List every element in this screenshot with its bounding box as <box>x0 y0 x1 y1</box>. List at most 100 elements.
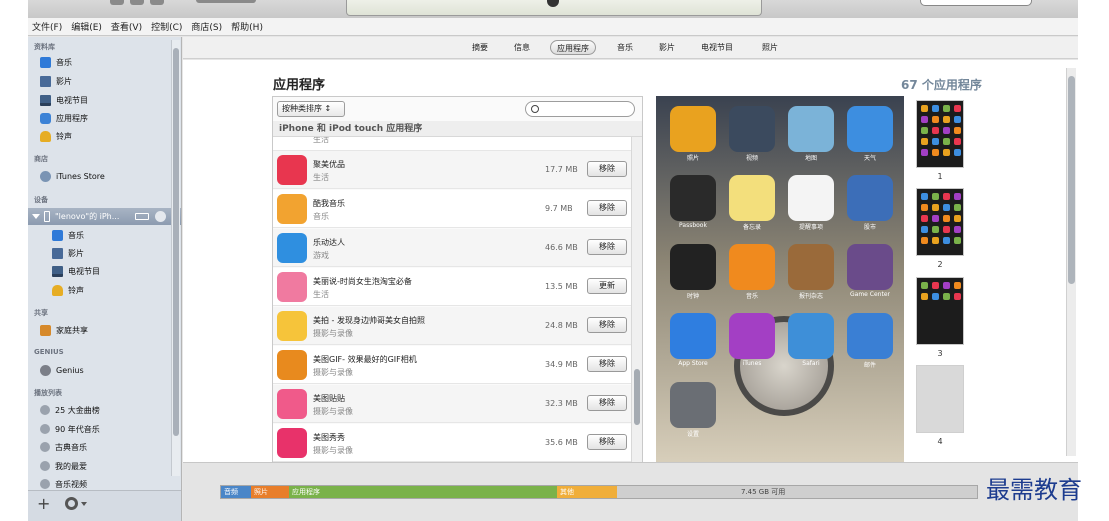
sidebar-item-playlist[interactable]: 我的最爱 <box>40 458 87 474</box>
app-search-input[interactable] <box>525 101 635 117</box>
sidebar-item-device-movies[interactable]: 影片 <box>52 245 84 261</box>
sidebar-item-device-music[interactable]: 音乐 <box>52 227 84 243</box>
main-scroll-thumb[interactable] <box>1068 76 1075 284</box>
sidebar-item-playlist[interactable]: 90 年代音乐 <box>40 421 100 437</box>
app-list-scrollbar[interactable] <box>631 137 642 463</box>
tab-apps[interactable]: 应用程序 <box>550 40 596 55</box>
videos-icon[interactable] <box>729 106 775 152</box>
app-icon[interactable] <box>277 155 307 185</box>
forward-button[interactable] <box>150 0 164 5</box>
app-row[interactable]: 美丽说-时尚女生泡淘宝必备 生活 13.5 MB 更新 <box>273 268 631 306</box>
sidebar-item-playlist[interactable]: 25 大金曲榜 <box>40 402 100 418</box>
menu-view[interactable]: 查看(V) <box>111 20 142 33</box>
sidebar-item-device-ringtones[interactable]: 铃声 <box>52 282 84 298</box>
volume-slider[interactable] <box>196 0 256 3</box>
maps-icon[interactable] <box>788 106 834 152</box>
app-row[interactable]: 美图秀秀 摄影与录像 35.6 MB 移除 <box>273 424 631 462</box>
weather-icon[interactable] <box>847 106 893 152</box>
sidebar-item-tv-shows[interactable]: 电视节目 <box>40 92 88 108</box>
menu-store[interactable]: 商店(S) <box>191 20 222 33</box>
app-action-button[interactable]: 移除 <box>587 239 627 255</box>
sidebar-item-ringtones[interactable]: 铃声 <box>40 128 72 144</box>
mini-app-icon <box>932 215 939 222</box>
app-row[interactable]: 美图GIF- 效果最好的GIF相机 摄影与录像 34.9 MB 移除 <box>273 346 631 384</box>
app-row[interactable]: 乐动达人 游戏 46.6 MB 移除 <box>273 229 631 267</box>
menu-controls[interactable]: 控制(C) <box>151 20 182 33</box>
app-list-scroll-thumb[interactable] <box>634 369 640 425</box>
newsstand-icon[interactable] <box>788 244 834 290</box>
app-icon[interactable] <box>277 233 307 263</box>
settings-gear-icon[interactable] <box>65 497 78 510</box>
sidebar-item-device-tv[interactable]: 电视节目 <box>52 263 100 279</box>
menu-help[interactable]: 帮助(H) <box>231 20 263 33</box>
sidebar-scroll-thumb[interactable] <box>173 48 179 436</box>
clock-icon[interactable] <box>670 244 716 290</box>
safari-icon[interactable] <box>788 313 834 359</box>
mail-icon[interactable] <box>847 313 893 359</box>
stocks-icon[interactable] <box>847 175 893 221</box>
sidebar-item-itunes-store[interactable]: iTunes Store <box>40 168 105 184</box>
eject-icon[interactable] <box>155 211 166 222</box>
home-page-thumbnail[interactable] <box>916 100 964 168</box>
home-page-thumbnail[interactable] <box>916 277 964 345</box>
app-list: 生活 聚美优品 生活 17.7 MB 移除 酷我音乐 音乐 9.7 MB 移除 乐动达人 游戏 46… <box>273 137 631 463</box>
itunes-icon[interactable] <box>729 313 775 359</box>
sidebar-item-genius[interactable]: Genius <box>40 362 84 378</box>
sidebar-item-device[interactable]: "lenovo"的 iPh... <box>28 208 181 225</box>
app-action-button[interactable]: 更新 <box>587 278 627 294</box>
app-icon[interactable] <box>277 194 307 224</box>
photos-icon[interactable] <box>670 106 716 152</box>
home-page-thumbnail[interactable] <box>916 188 964 256</box>
tab-tv-shows[interactable]: 电视节目 <box>695 40 739 55</box>
app-action-button[interactable]: 移除 <box>587 356 627 372</box>
tab-info[interactable]: 信息 <box>508 40 536 55</box>
page-number: 2 <box>937 260 943 269</box>
mini-app-icon <box>954 293 961 300</box>
app-row[interactable]: 美拍 - 发现身边帅哥美女自拍照 摄影与录像 24.8 MB 移除 <box>273 307 631 345</box>
home-page-thumbnail[interactable] <box>916 365 964 433</box>
play-button[interactable] <box>130 0 144 5</box>
app-icon[interactable] <box>277 311 307 341</box>
chevron-down-icon[interactable] <box>81 502 87 506</box>
app-icon[interactable] <box>277 389 307 419</box>
back-button[interactable] <box>110 0 124 5</box>
sidebar-scrollbar[interactable] <box>171 40 180 476</box>
app-action-button[interactable]: 移除 <box>587 200 627 216</box>
tab-music[interactable]: 音乐 <box>611 40 639 55</box>
app-size: 9.7 MB <box>545 204 573 213</box>
app-action-button[interactable]: 移除 <box>587 317 627 333</box>
menu-file[interactable]: 文件(F) <box>32 20 62 33</box>
add-playlist-button[interactable]: + <box>37 496 50 512</box>
tab-photos[interactable]: 照片 <box>756 40 784 55</box>
mini-app-icon <box>954 237 961 244</box>
sidebar-item-music[interactable]: 音乐 <box>40 54 72 70</box>
mini-app-icon <box>921 116 928 123</box>
tab-movies[interactable]: 影片 <box>653 40 681 55</box>
sidebar-item-movies[interactable]: 影片 <box>40 73 72 89</box>
app-icon[interactable] <box>277 428 307 458</box>
notes-icon[interactable] <box>729 175 775 221</box>
sidebar-item-home-sharing[interactable]: 家庭共享 <box>40 322 88 338</box>
settings-icon[interactable] <box>670 382 716 428</box>
sidebar-item-playlist[interactable]: 古典音乐 <box>40 439 87 455</box>
disclosure-triangle-icon[interactable] <box>32 214 40 219</box>
sidebar-item-apps[interactable]: 应用程序 <box>40 110 88 126</box>
app-action-button[interactable]: 移除 <box>587 434 627 450</box>
app-action-button[interactable]: 移除 <box>587 395 627 411</box>
store-search-field[interactable] <box>920 0 1032 6</box>
app-icon[interactable] <box>277 272 307 302</box>
game-center-icon[interactable] <box>847 244 893 290</box>
app-store-icon[interactable] <box>670 313 716 359</box>
main-scrollbar[interactable] <box>1066 68 1076 456</box>
app-icon[interactable] <box>277 350 307 380</box>
app-action-button[interactable]: 移除 <box>587 161 627 177</box>
sort-dropdown[interactable]: 按种类排序 ↕ <box>277 101 345 117</box>
app-row[interactable]: 聚美优品 生活 17.7 MB 移除 <box>273 151 631 189</box>
passbook-icon[interactable] <box>670 175 716 221</box>
app-row[interactable]: 酷我音乐 音乐 9.7 MB 移除 <box>273 190 631 228</box>
app-row[interactable]: 美图贴贴 摄影与录像 32.3 MB 移除 <box>273 385 631 423</box>
tab-summary[interactable]: 摘要 <box>466 40 494 55</box>
itunes-music-icon[interactable] <box>729 244 775 290</box>
reminders-icon[interactable] <box>788 175 834 221</box>
menu-edit[interactable]: 编辑(E) <box>71 20 102 33</box>
